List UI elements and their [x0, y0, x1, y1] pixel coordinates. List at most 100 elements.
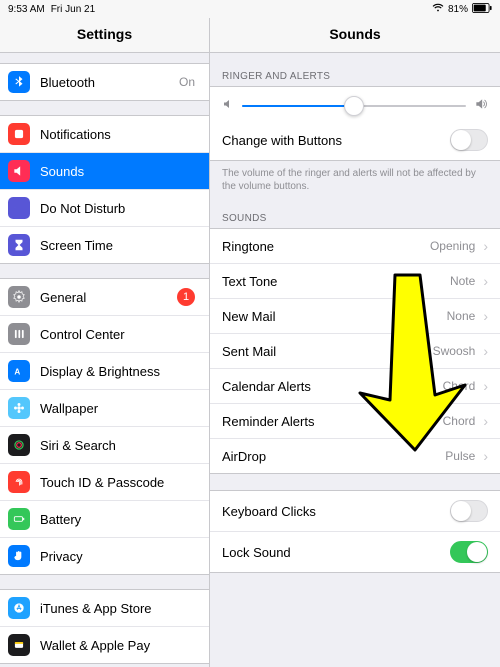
- toggles-group: Keyboard Clicks Lock Sound: [210, 490, 500, 573]
- hourglass-icon: [8, 234, 30, 256]
- sidebar-group: Notifications Sounds Do Not Disturb Scre…: [0, 115, 209, 264]
- sidebar-item-screentime[interactable]: Screen Time: [0, 227, 209, 263]
- chevron-right-icon: ›: [483, 273, 488, 289]
- sidebar-item-label: Wallpaper: [40, 401, 199, 416]
- sounds-group: RingtoneOpening›Text ToneNote›New MailNo…: [210, 228, 500, 474]
- sidebar-item-label: Wallet & Apple Pay: [40, 638, 199, 653]
- gear-icon: [8, 286, 30, 308]
- sidebar-item-controlcenter[interactable]: Control Center: [0, 316, 209, 353]
- row-value: None: [447, 309, 476, 323]
- change-with-buttons-toggle[interactable]: [450, 129, 488, 151]
- svg-text:A: A: [14, 368, 20, 377]
- sound-row-airdrop[interactable]: AirDropPulse ›: [210, 439, 500, 473]
- detail-pane: Sounds RINGER AND ALERTS Change with But…: [210, 18, 500, 667]
- row-label: Change with Buttons: [222, 133, 450, 148]
- change-with-buttons-row: Change with Buttons: [210, 120, 500, 160]
- sidebar-item-label: Notifications: [40, 127, 199, 142]
- row-label: Text Tone: [222, 274, 450, 289]
- sidebar-item-privacy[interactable]: Privacy: [0, 538, 209, 574]
- battery-row-icon: [8, 508, 30, 530]
- row-label: Reminder Alerts: [222, 414, 443, 429]
- sidebar-item-wallpaper[interactable]: Wallpaper: [0, 390, 209, 427]
- sidebar-item-general[interactable]: General 1: [0, 279, 209, 316]
- sidebar-title: Settings: [0, 18, 209, 53]
- row-label: Calendar Alerts: [222, 379, 443, 394]
- row-value: Pulse: [445, 449, 475, 463]
- sidebar-item-label: General: [40, 290, 177, 305]
- row-label: Keyboard Clicks: [222, 504, 450, 519]
- sidebar-item-label: Siri & Search: [40, 438, 199, 453]
- sidebar-item-label: Bluetooth: [40, 75, 179, 90]
- siri-icon: [8, 434, 30, 456]
- sidebar-item-bluetooth[interactable]: Bluetooth On: [0, 64, 209, 100]
- detail-title: Sounds: [210, 18, 500, 53]
- toggle-row-keyboard-clicks: Keyboard Clicks: [210, 491, 500, 532]
- sidebar-item-label: Touch ID & Passcode: [40, 475, 199, 490]
- row-value: Chord: [443, 379, 476, 393]
- row-value: Chord: [443, 414, 476, 428]
- sidebar-item-label: Sounds: [40, 164, 199, 179]
- sidebar-item-dnd[interactable]: Do Not Disturb: [0, 190, 209, 227]
- sound-row-new-mail[interactable]: New MailNone ›: [210, 299, 500, 334]
- appstore-icon: [8, 597, 30, 619]
- sidebar-item-label: Battery: [40, 512, 199, 527]
- sound-row-ringtone[interactable]: RingtoneOpening›: [210, 229, 500, 264]
- chevron-right-icon: ›: [483, 448, 488, 464]
- wifi-icon: [432, 3, 444, 16]
- notifications-icon: [8, 123, 30, 145]
- sidebar-item-value: On: [179, 75, 195, 89]
- sidebar-item-label: Do Not Disturb: [40, 201, 199, 216]
- toggle-row-lock-sound: Lock Sound: [210, 532, 500, 572]
- chevron-right-icon: ›: [483, 343, 488, 359]
- hand-icon: [8, 545, 30, 567]
- lock-sound-toggle[interactable]: [450, 541, 488, 563]
- sidebar-item-sounds[interactable]: Sounds: [0, 153, 209, 190]
- chevron-right-icon: ›: [483, 308, 488, 324]
- battery-icon: [472, 3, 492, 16]
- section-header-ringer: RINGER AND ALERTS: [210, 53, 500, 86]
- sidebar-item-battery[interactable]: Battery: [0, 501, 209, 538]
- section-header-sounds: SOUNDS: [210, 195, 500, 228]
- ringer-footer: The volume of the ringer and alerts will…: [210, 161, 500, 195]
- sidebar-item-label: Privacy: [40, 549, 199, 564]
- fingerprint-icon: [8, 471, 30, 493]
- settings-sidebar: Settings Bluetooth On Notifications Soun…: [0, 18, 210, 667]
- volume-slider[interactable]: [242, 105, 466, 107]
- row-value: Swoosh: [433, 344, 476, 358]
- sound-row-reminder-alerts[interactable]: Reminder AlertsChord ›: [210, 404, 500, 439]
- row-label: AirDrop: [222, 449, 445, 464]
- notification-badge: 1: [177, 288, 195, 306]
- moon-icon: [8, 197, 30, 219]
- row-label: New Mail: [222, 309, 447, 324]
- status-date: Fri Jun 21: [51, 4, 95, 15]
- flower-icon: [8, 397, 30, 419]
- chevron-right-icon: ›: [483, 413, 488, 429]
- sidebar-item-display[interactable]: A Display & Brightness: [0, 353, 209, 390]
- row-label: Sent Mail: [222, 344, 433, 359]
- sliders-icon: [8, 323, 30, 345]
- sound-row-text-tone[interactable]: Text ToneNote›: [210, 264, 500, 299]
- ringer-group: Change with Buttons: [210, 86, 500, 161]
- sidebar-item-notifications[interactable]: Notifications: [0, 116, 209, 153]
- sidebar-item-siri[interactable]: Siri & Search: [0, 427, 209, 464]
- sidebar-item-wallet[interactable]: Wallet & Apple Pay: [0, 627, 209, 663]
- battery-pct: 81%: [448, 4, 468, 15]
- row-label: Ringtone: [222, 239, 430, 254]
- bluetooth-icon: [8, 71, 30, 93]
- keyboard-clicks-toggle[interactable]: [450, 500, 488, 522]
- volume-low-icon: [222, 98, 234, 113]
- wallet-icon: [8, 634, 30, 656]
- slider-thumb[interactable]: [344, 96, 364, 116]
- sound-row-sent-mail[interactable]: Sent MailSwoosh ›: [210, 334, 500, 369]
- chevron-right-icon: ›: [483, 238, 488, 254]
- sounds-icon: [8, 160, 30, 182]
- chevron-right-icon: ›: [483, 378, 488, 394]
- sidebar-item-touchid[interactable]: Touch ID & Passcode: [0, 464, 209, 501]
- sidebar-item-label: Control Center: [40, 327, 199, 342]
- status-bar: 9:53 AM Fri Jun 21 81%: [0, 0, 500, 18]
- sidebar-group: iTunes & App Store Wallet & Apple Pay: [0, 589, 209, 664]
- sidebar-item-label: Screen Time: [40, 238, 199, 253]
- volume-slider-row: [210, 87, 500, 120]
- sidebar-item-appstore[interactable]: iTunes & App Store: [0, 590, 209, 627]
- sound-row-calendar-alerts[interactable]: Calendar AlertsChord ›: [210, 369, 500, 404]
